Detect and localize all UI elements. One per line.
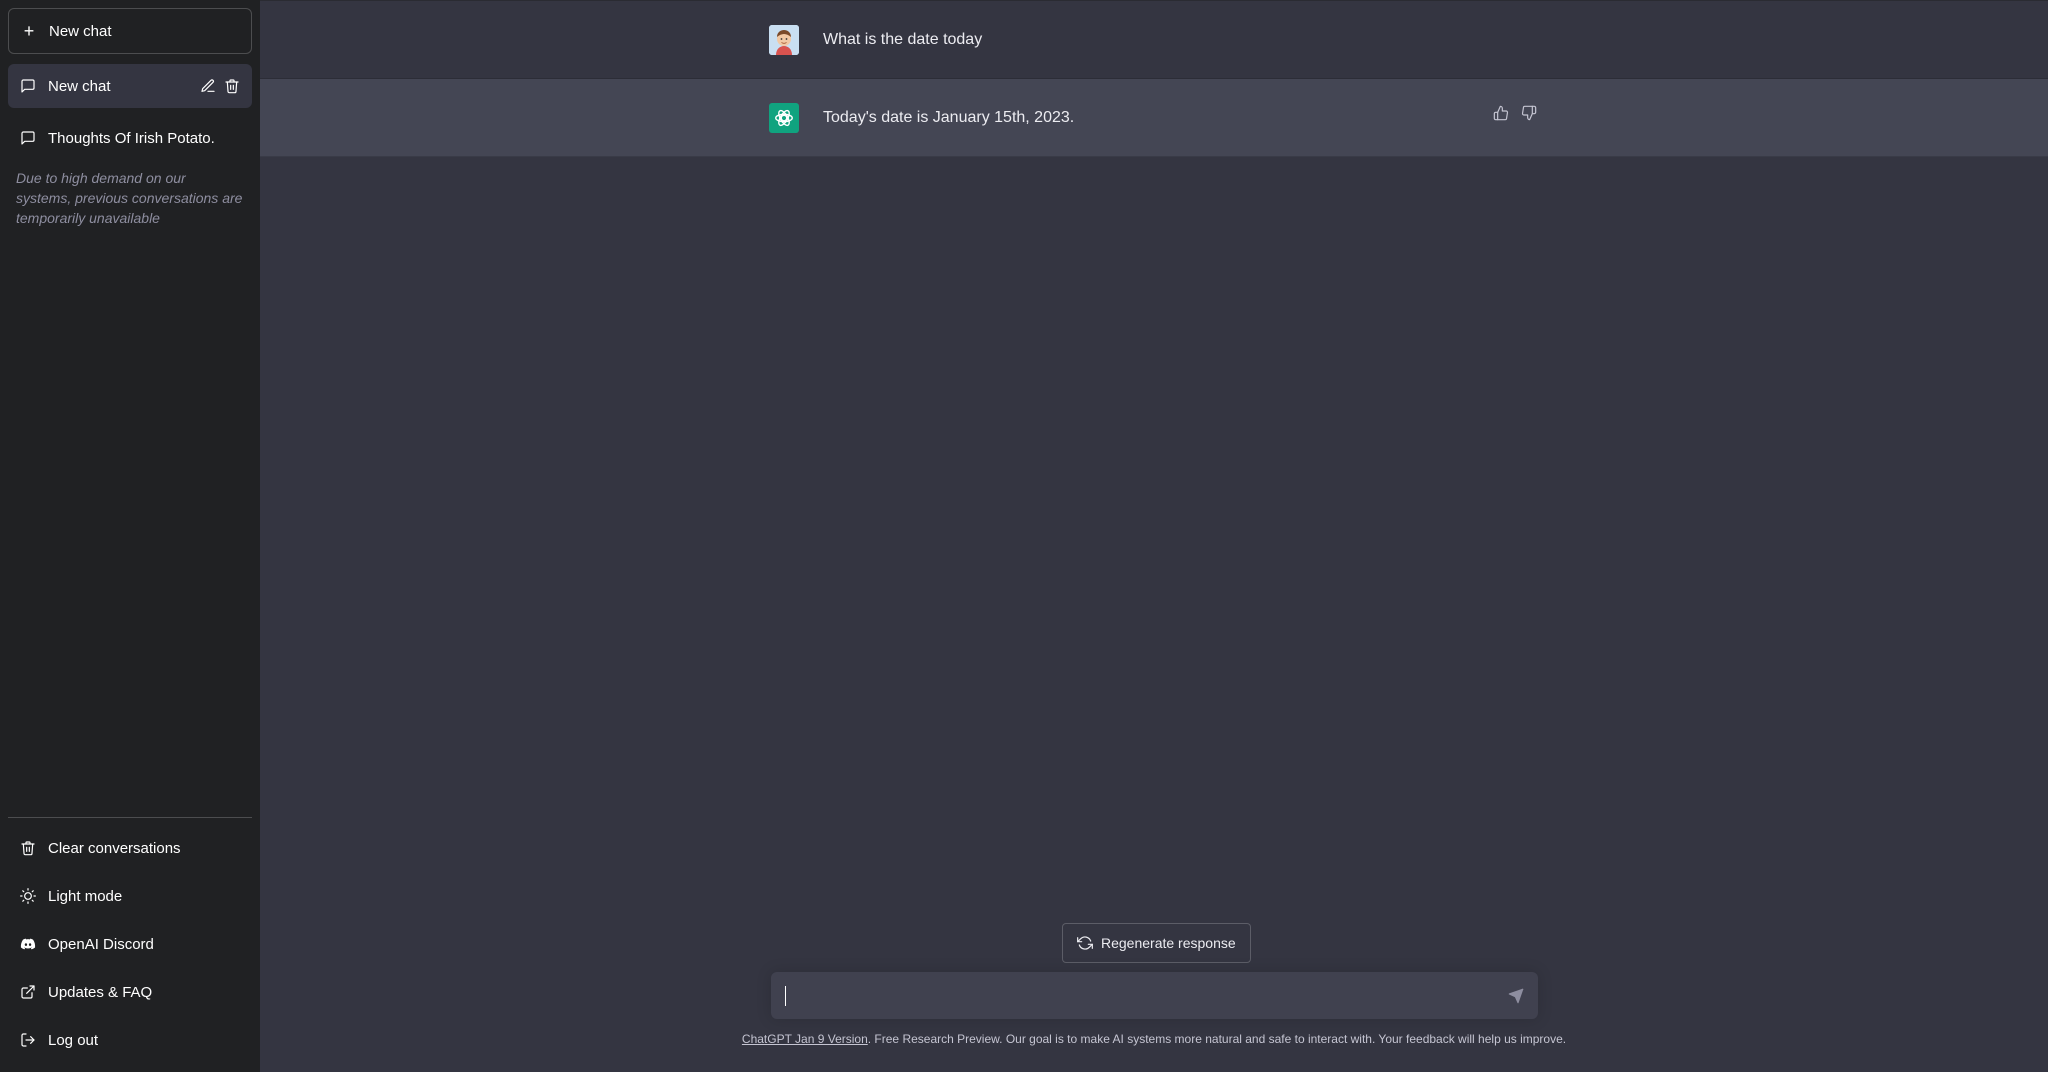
user-avatar (769, 24, 799, 55)
log-out-button[interactable]: Log out (8, 1016, 252, 1064)
version-link[interactable]: ChatGPT Jan 9 Version (742, 1032, 868, 1046)
assistant-message-row: Today's date is January 15th, 2023. (260, 79, 2048, 157)
logout-icon (20, 1032, 36, 1048)
discord-icon (20, 936, 36, 952)
updates-faq-label: Updates & FAQ (48, 983, 153, 1001)
new-chat-button[interactable]: + New chat (8, 8, 252, 54)
message-input-container (771, 972, 1538, 1019)
sidebar: + New chat New chat Thoughts Of Irish Po… (0, 0, 260, 1072)
trash-icon[interactable] (224, 78, 240, 94)
sidebar-bottom-menu: Clear conversations Light mode OpenAI Di… (8, 817, 252, 1064)
light-mode-label: Light mode (48, 887, 123, 905)
send-icon[interactable] (1508, 988, 1524, 1004)
conversation-label: Thoughts Of Irish Potato. (48, 129, 215, 147)
conversation-label: New chat (48, 77, 111, 95)
footer-text: . Free Research Preview. Our goal is to … (867, 1032, 1567, 1046)
footer-disclaimer: ChatGPT Jan 9 Version. Free Research Pre… (260, 1032, 2048, 1046)
openai-discord-link[interactable]: OpenAI Discord (8, 920, 252, 968)
regenerate-response-label: Regenerate response (1101, 935, 1236, 951)
new-chat-label: New chat (49, 22, 112, 40)
edit-icon[interactable] (200, 78, 216, 94)
conversation-item-irish-potato[interactable]: Thoughts Of Irish Potato. (8, 116, 252, 160)
assistant-avatar (769, 102, 799, 133)
thumbs-down-icon[interactable] (1521, 105, 1537, 121)
message-input[interactable] (790, 986, 1508, 1005)
trash-icon (20, 840, 36, 856)
thumbs-up-icon[interactable] (1493, 105, 1509, 121)
assistant-message-text: Today's date is January 15th, 2023. (823, 108, 1075, 126)
conversation-item-new-chat[interactable]: New chat (8, 64, 252, 108)
log-out-label: Log out (48, 1031, 99, 1049)
clear-conversations-button[interactable]: Clear conversations (8, 824, 252, 872)
openai-discord-label: OpenAI Discord (48, 935, 154, 953)
regenerate-response-button[interactable]: Regenerate response (1062, 923, 1251, 963)
updates-faq-link[interactable]: Updates & FAQ (8, 968, 252, 1016)
external-link-icon (20, 984, 36, 1000)
user-message-row: What is the date today (260, 0, 2048, 79)
text-caret (785, 985, 786, 1006)
refresh-icon (1077, 935, 1093, 951)
clear-conversations-label: Clear conversations (48, 839, 181, 857)
history-unavailable-notice: Due to high demand on our systems, previ… (16, 170, 243, 226)
chat-bubble-icon (20, 130, 36, 146)
user-avatar-icon (769, 24, 799, 55)
plus-icon: + (23, 21, 35, 41)
feedback-buttons (1493, 105, 1537, 121)
chat-bubble-icon (20, 78, 36, 94)
user-message-text: What is the date today (823, 30, 983, 48)
openai-logo-icon (775, 109, 793, 126)
conversation-list: New chat Thoughts Of Irish Potato. (8, 64, 252, 160)
light-mode-button[interactable]: Light mode (8, 872, 252, 920)
sun-icon (20, 888, 36, 904)
chat-main: What is the date today Today's date is J… (260, 0, 2048, 1072)
